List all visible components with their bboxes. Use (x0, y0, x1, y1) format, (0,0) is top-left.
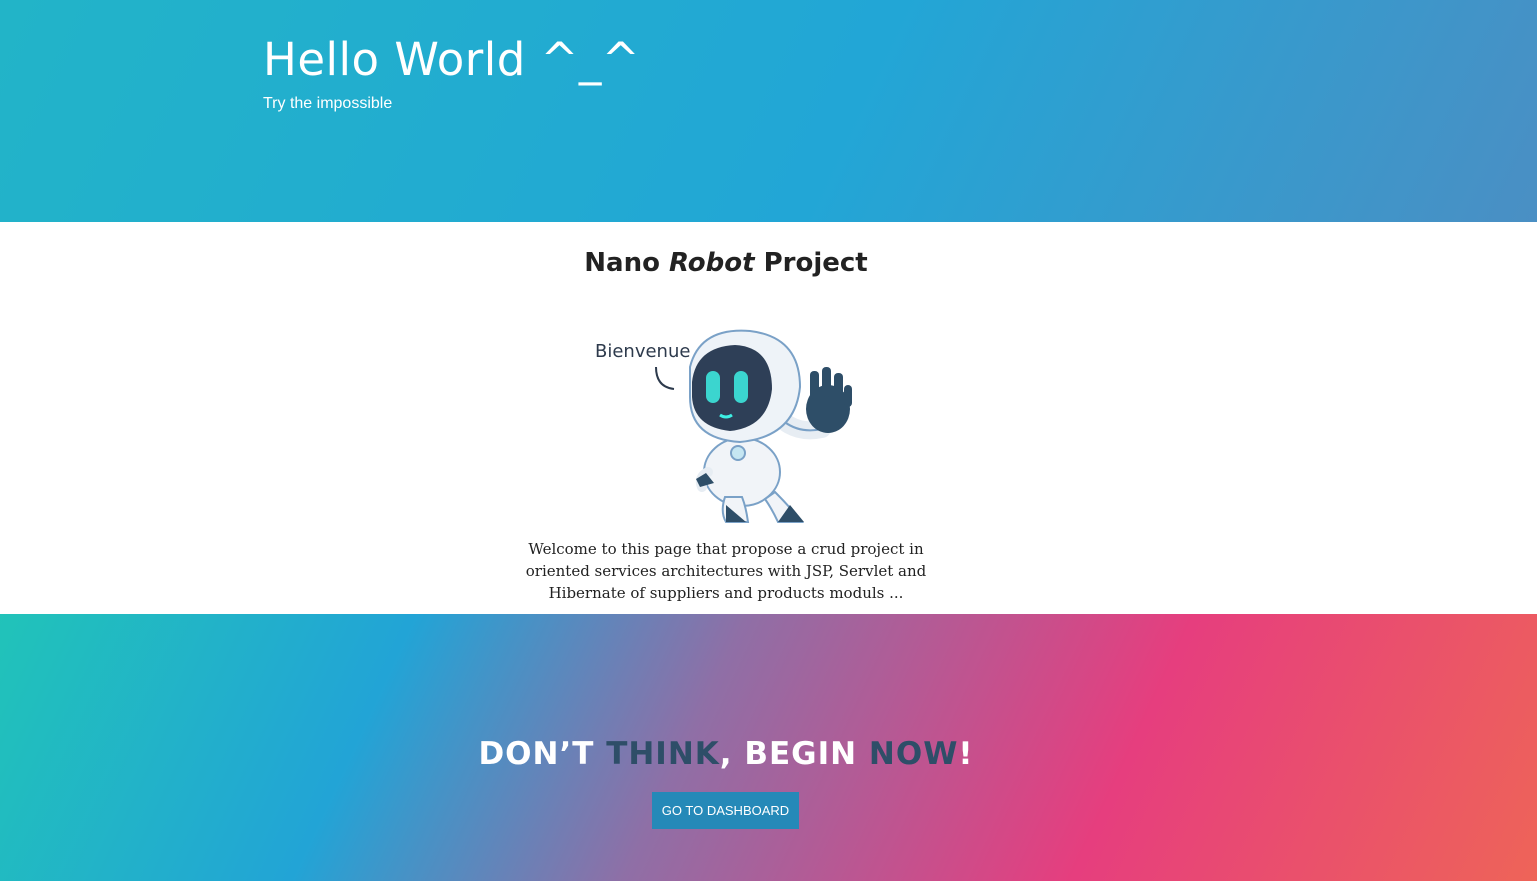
cta-heading: DON’T THINK, BEGIN NOW! (0, 736, 1452, 772)
cta-word-dont: DON’T (478, 736, 607, 772)
go-to-dashboard-button[interactable]: GO TO DASHBOARD (652, 792, 799, 829)
cta-word-think: THINK (606, 736, 720, 772)
cta-section: DON’T THINK, BEGIN NOW! GO TO DASHBOARD (0, 614, 1537, 881)
hero-title: Hello World ^_^ (263, 33, 641, 86)
robot-icon (655, 329, 852, 523)
welcome-text: Welcome to this page that propose a crud… (525, 540, 927, 602)
project-title: Nano Robot Project (0, 248, 1452, 278)
project-title-part1: Nano (584, 248, 660, 278)
robot-illustration: Bienvenue (590, 327, 860, 527)
cta-exclamation: ! (958, 736, 974, 772)
hero-subtitle: Try the impossible (263, 95, 393, 112)
hero-banner: Hello World ^_^ Try the impossible (0, 0, 1537, 222)
project-section: Nano Robot Project Bienvenue Welcome to … (0, 222, 1537, 614)
project-title-part2: Project (763, 248, 868, 278)
cta-word-now: NOW (868, 736, 959, 772)
cta-word-begin: , BEGIN (719, 736, 869, 772)
project-title-emphasis: Robot (669, 248, 755, 278)
